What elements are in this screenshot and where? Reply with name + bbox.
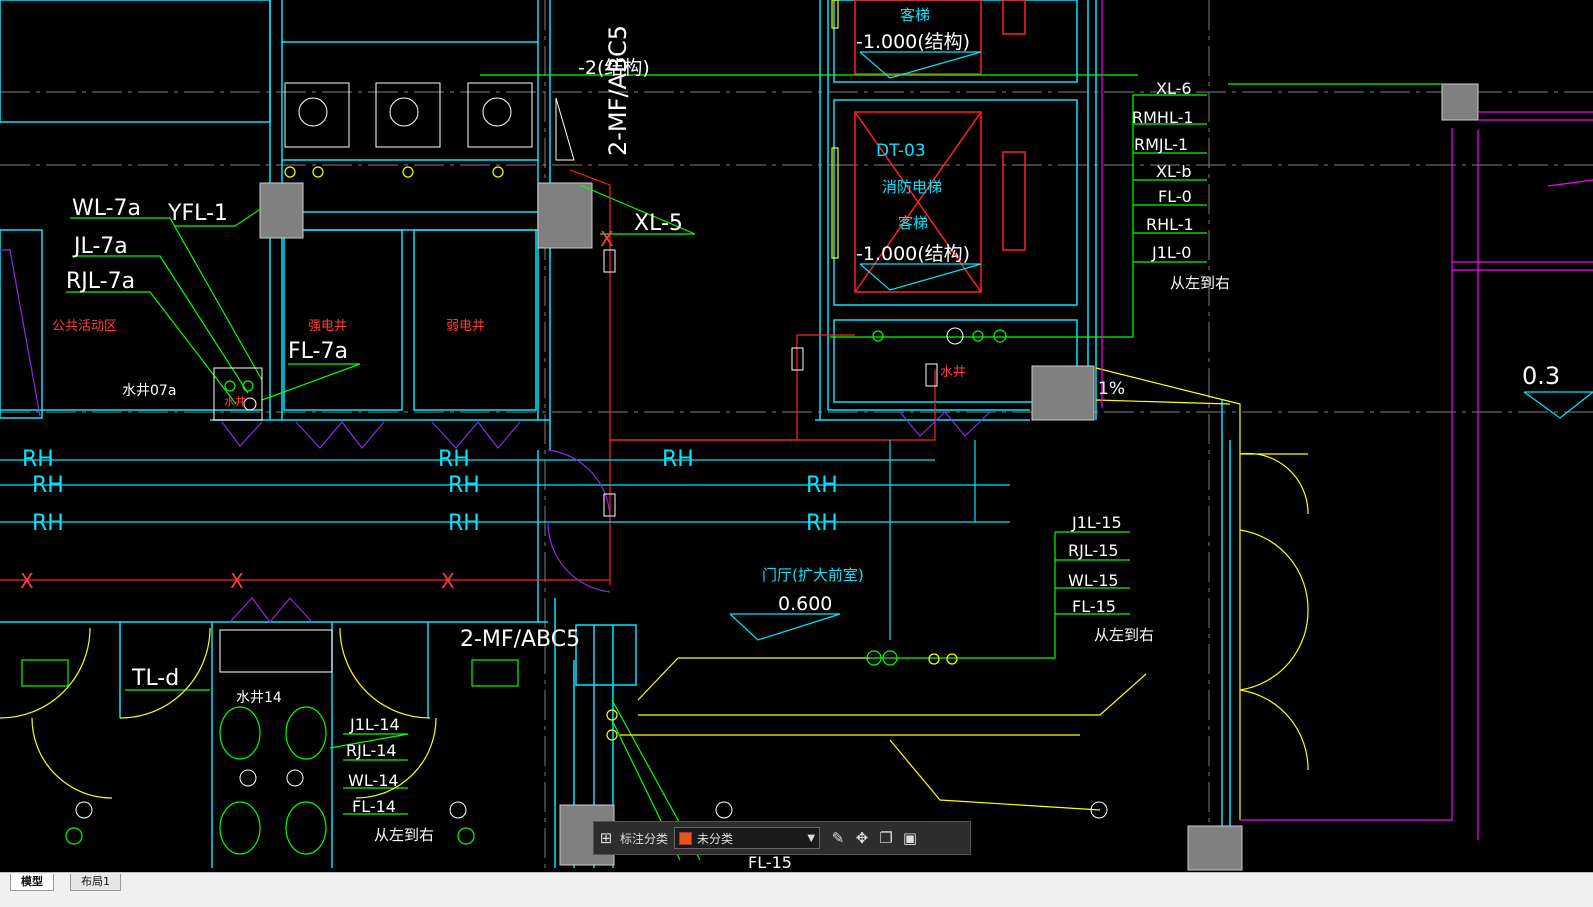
elevator-fire-label: 消防电梯 xyxy=(882,178,942,196)
rh-label: RH xyxy=(448,511,480,536)
white-labels: WL-7a JL-7a RJL-7a YFL-1 FL-7a 水井07a XL-… xyxy=(66,25,1560,872)
rh-label: RH xyxy=(22,447,54,472)
label-j1l-14: J1L-14 xyxy=(349,715,400,734)
label-fl-15-bottom: FL-15 xyxy=(748,853,792,872)
paste-icon[interactable]: ▣ xyxy=(898,826,922,850)
x-label: X xyxy=(441,569,455,593)
slope-label: 1% xyxy=(1098,379,1125,399)
rh-label: RH xyxy=(806,511,838,536)
edge-level: 0.3 xyxy=(1522,362,1560,390)
label-wl-15: WL-15 xyxy=(1068,571,1119,590)
label-public-area: 公共活动区 xyxy=(52,319,117,334)
label-water-shaft-small: 水井 xyxy=(224,394,246,408)
label-extinguisher-bottom: 2-MF/ABC5 xyxy=(460,627,580,652)
riser-order: 从左到右 xyxy=(1170,274,1230,292)
x-label: X xyxy=(230,569,244,593)
tab-model[interactable]: 模型 xyxy=(10,874,54,891)
label-tl-d: TL-d xyxy=(131,666,179,691)
move-icon[interactable]: ✥ xyxy=(850,826,874,850)
hall-level: 0.600 xyxy=(778,593,832,615)
category-swatch xyxy=(679,831,693,845)
label-yfl-1: YFL-1 xyxy=(167,201,228,226)
label-rjl-14: RJL-14 xyxy=(346,741,397,760)
riser-xl-6: XL-6 xyxy=(1156,79,1192,98)
elevator-top-level: -1.000(结构) xyxy=(856,31,970,53)
label-rjl-7a: RJL-7a xyxy=(66,269,135,294)
label-water-shaft: 水井 xyxy=(940,365,966,380)
label-order-14: 从左到右 xyxy=(374,826,434,844)
riser-j1l-0: J1L-0 xyxy=(1151,243,1191,262)
category-label: 标注分类 xyxy=(620,831,669,846)
label-extinguisher-top: 2-MF/ABC5 xyxy=(604,25,632,156)
label-fl-7a: FL-7a xyxy=(288,339,348,364)
riser-list-right: XL-6 RMHL-1 RMJL-1 XL-b FL-0 RHL-1 J1L-0… xyxy=(1132,79,1230,292)
chevron-down-icon: ▼ xyxy=(807,832,816,844)
rh-lines xyxy=(0,440,1010,640)
label-weak-shaft: 弱电井 xyxy=(446,319,485,334)
grid-icon[interactable]: ⊞ xyxy=(594,826,618,850)
elevator-top-label: 客梯 xyxy=(900,6,930,24)
riser-xl-b: XL-b xyxy=(1156,162,1192,181)
rh-label: RH xyxy=(32,473,64,498)
label-fl-15: FL-15 xyxy=(1072,597,1116,616)
annotation-toolbar: ⊞ 标注分类 未分类 ▼ ✎ ✥ ❐ ▣ xyxy=(593,821,971,855)
riser-fl-0: FL-0 xyxy=(1158,187,1192,206)
red-labels: 公共活动区 强电井 弱电井 水井 水井 xyxy=(52,319,966,408)
label-xl-5: XL-5 xyxy=(634,211,683,236)
elevator-id: DT-03 xyxy=(876,141,926,161)
label-strong-shaft: 强电井 xyxy=(308,319,347,334)
label-rjl-15: RJL-15 xyxy=(1068,541,1119,560)
tab-layout1[interactable]: 布局1 xyxy=(70,874,121,891)
label-water-14: 水井14 xyxy=(236,690,282,706)
label-wl-7a: WL-7a xyxy=(72,196,141,221)
elevator-mid-label: 客梯 xyxy=(898,214,928,232)
rh-label: RH xyxy=(32,511,64,536)
label-fl-14: FL-14 xyxy=(352,797,396,816)
hall-name: 门厅(扩大前室) xyxy=(762,566,864,584)
label-j1l-15: J1L-15 xyxy=(1071,513,1122,532)
riser-rmhl-1: RMHL-1 xyxy=(1132,108,1194,127)
rh-label: RH xyxy=(806,473,838,498)
riser-circles-green xyxy=(21,329,1007,855)
fan-units xyxy=(284,82,533,148)
elevator-labels: 客梯 -1.000(结构) DT-03 消防电梯 客梯 -1.000(结构) 门… xyxy=(762,6,970,584)
riser-rmjl-1: RMJL-1 xyxy=(1134,135,1188,154)
label-order-15: 从左到右 xyxy=(1094,626,1154,644)
category-value: 未分类 xyxy=(697,831,734,846)
rh-label: RH xyxy=(662,447,694,472)
copy-icon[interactable]: ❐ xyxy=(874,826,898,850)
label-wl-14: WL-14 xyxy=(348,771,399,790)
category-select[interactable]: 未分类 ▼ xyxy=(674,827,821,849)
edit-icon[interactable]: ✎ xyxy=(826,826,850,850)
x-label: X xyxy=(20,569,34,593)
label-jl-7a: JL-7a xyxy=(72,234,128,259)
rh-label: RH xyxy=(438,447,470,472)
rh-label: RH xyxy=(448,473,480,498)
label-water-07a: 水井07a xyxy=(122,383,176,399)
x-label: X xyxy=(600,227,614,251)
layout-tab-bar: 模型 布局1 xyxy=(0,872,1593,907)
elevator-level: -1.000(结构) xyxy=(856,243,970,265)
riser-rhl-1: RHL-1 xyxy=(1146,215,1194,234)
cad-drawing-canvas[interactable]: 公共活动区 强电井 弱电井 水井 水井 客梯 -1.000(结构) DT-03 … xyxy=(0,0,1593,888)
